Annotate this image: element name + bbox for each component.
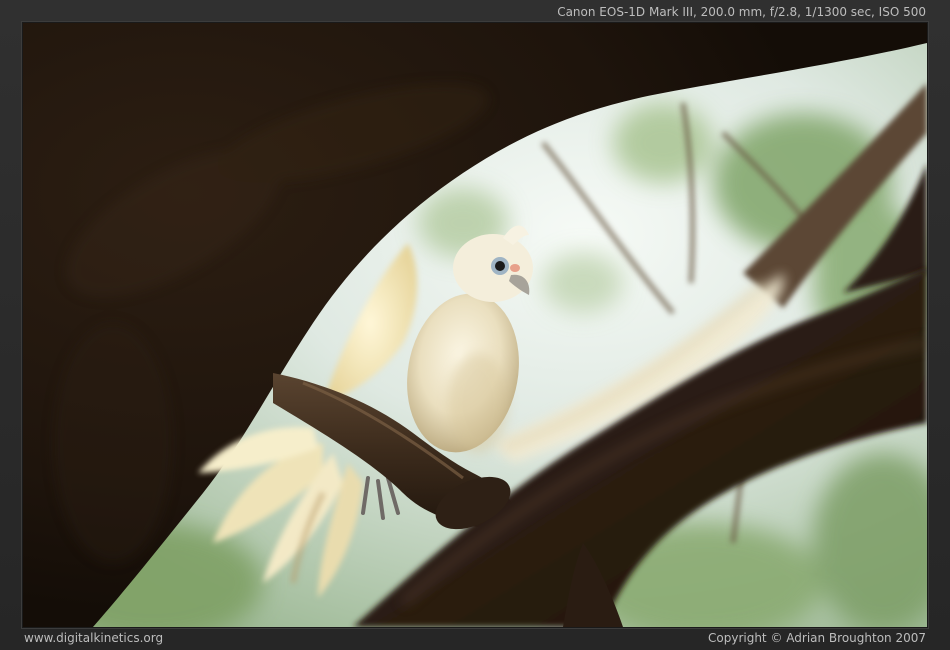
website-caption: www.digitalkinetics.org	[24, 631, 164, 645]
cockatoo-photo	[23, 23, 927, 627]
photo-frame: Canon EOS-1D Mark III, 200.0 mm, f/2.8, …	[0, 0, 950, 650]
photograph	[22, 22, 928, 628]
exif-caption: Canon EOS-1D Mark III, 200.0 mm, f/2.8, …	[557, 5, 926, 19]
copyright-caption: Copyright © Adrian Broughton 2007	[708, 631, 926, 645]
